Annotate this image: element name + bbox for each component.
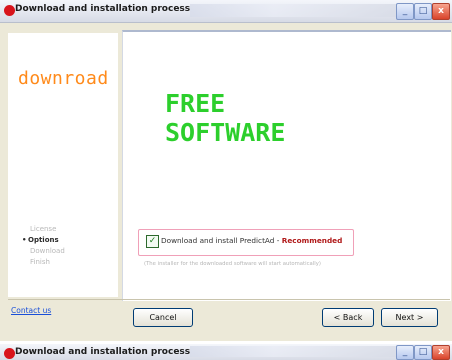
close-button[interactable]: x [432,345,450,360]
step-label: Finish [30,258,50,266]
recommended-emphasis: Recommended [281,236,343,245]
headline-line-2: SOFTWARE [165,118,286,147]
install-option-text: Download and install PredictAd - [161,236,282,245]
next-button[interactable]: Next > [381,308,438,327]
step-label: License [30,225,57,233]
back-button[interactable]: < Back [322,308,374,327]
window-title: Download and installation process [15,4,191,14]
install-option-label[interactable]: Download and install PredictAd - Recomme… [161,236,342,245]
headline-line-1: FREE [165,89,226,118]
app-icon [4,5,15,16]
step-list: License • Options Download Finish [22,224,65,268]
footer-divider [8,299,450,300]
contact-link[interactable]: Contact us [11,306,51,315]
step-license: License [30,224,65,235]
second-window-title: Download and installation process [15,347,191,357]
close-button[interactable]: x [432,3,450,20]
step-label: Download [30,247,65,255]
title-bar-strip [190,346,400,357]
installer-note: (The installer for the downloaded softwa… [144,261,321,267]
maximize-button[interactable]: □ [414,3,432,20]
step-download: Download [30,246,65,257]
step-finish: Finish [30,257,65,268]
cancel-button[interactable]: Cancel [133,308,193,327]
brand-word: downroad [18,68,109,89]
step-label: Options [28,236,59,244]
maximize-button[interactable]: □ [414,345,432,360]
installer-window: Download and installation process _ □ x … [0,0,452,341]
app-icon [4,348,15,359]
headline: FREE SOFTWARE [165,89,285,147]
title-bar[interactable]: Download and installation process _ □ x [0,0,452,23]
second-window-title-bar[interactable]: Download and installation process _ □ x [0,344,452,360]
install-checkbox[interactable]: ✓ [146,235,159,248]
minimize-button[interactable]: _ [396,345,414,360]
title-bar-strip [190,4,400,17]
minimize-button[interactable]: _ [396,3,414,20]
step-options: • Options [22,235,65,246]
